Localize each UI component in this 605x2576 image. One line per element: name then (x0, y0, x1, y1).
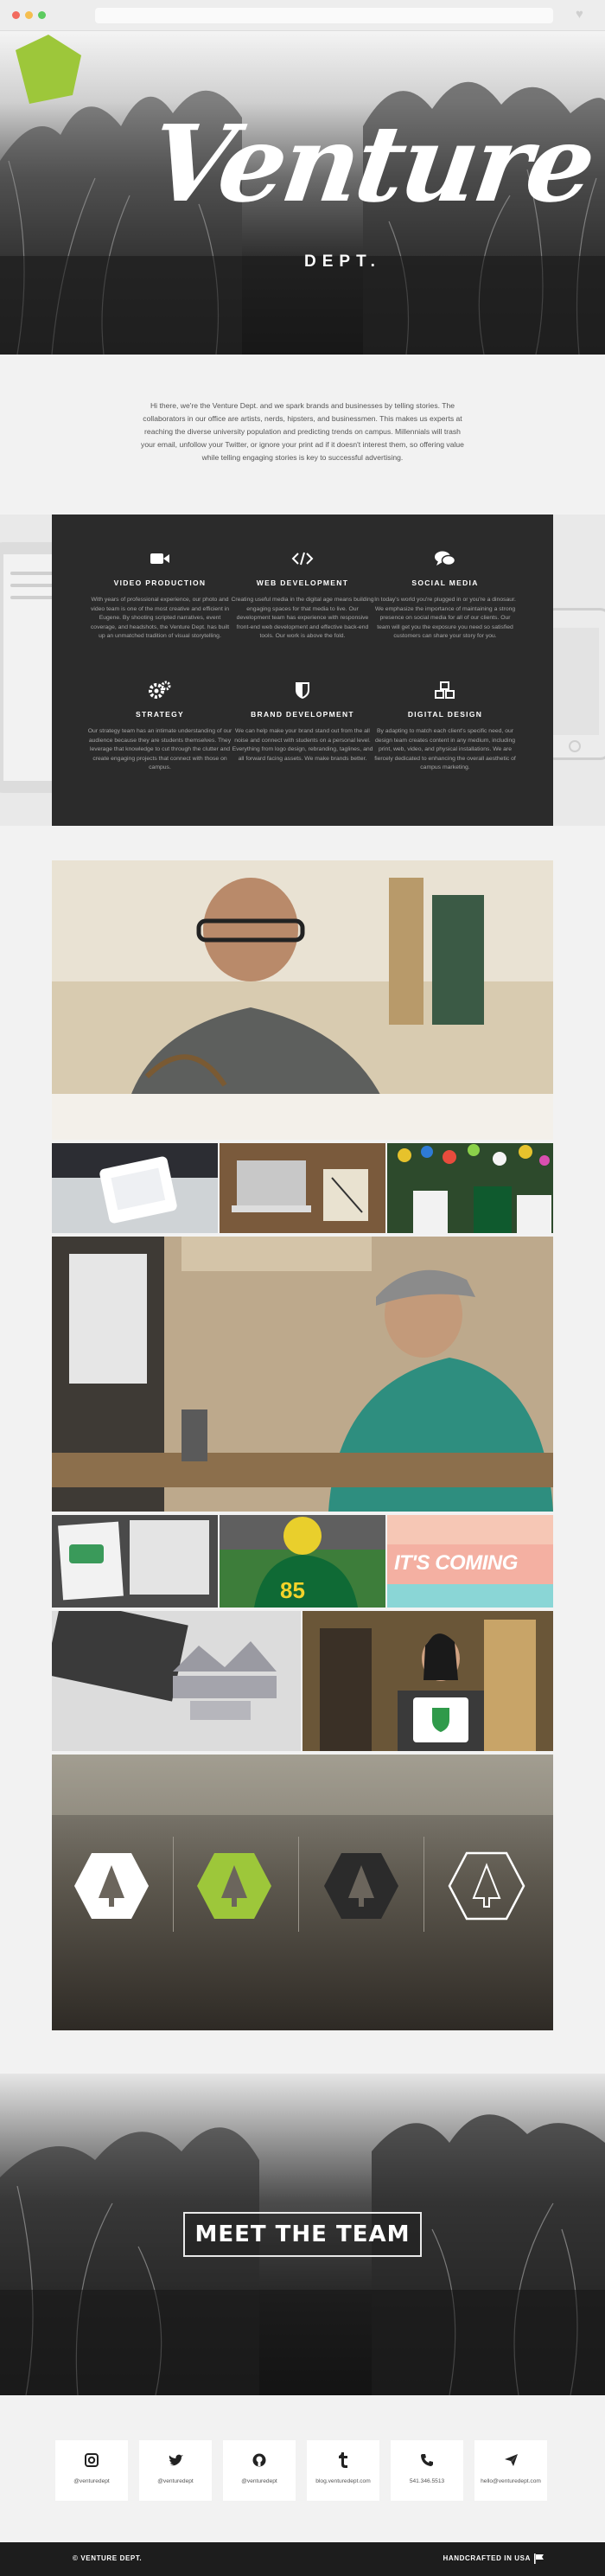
paper-plane-icon (474, 2452, 547, 2468)
service-brand-development: BRAND DEVELOPMENT We can help make your … (225, 681, 380, 764)
service-video-production: VIDEO PRODUCTION With years of professio… (82, 549, 238, 642)
instagram-handle: @venturedept (73, 2478, 110, 2484)
logo-gem-icon (16, 35, 81, 104)
service-title: WEB DEVELOPMENT (256, 578, 349, 587)
services-section: VIDEO PRODUCTION With years of professio… (0, 515, 605, 826)
footer: © VENTURE DEPT. HANDCRAFTED IN USA (0, 2542, 605, 2576)
logo-variant-dark-icon (324, 1853, 398, 1919)
email-card[interactable]: hello@venturedept.com (474, 2440, 547, 2501)
github-handle: @venturedept (241, 2478, 277, 2484)
instagram-card[interactable]: @venturedept (55, 2440, 128, 2501)
cubes-icon (367, 681, 523, 700)
maximize-window-button[interactable] (38, 11, 46, 19)
photo-woman-with-sign (302, 1611, 553, 1751)
service-strategy: STRATEGY Our strategy team has an intima… (82, 681, 238, 773)
service-title: STRATEGY (135, 710, 185, 719)
hero-banner: Venture DEPT. (0, 31, 605, 355)
service-digital-design: DIGITAL DESIGN By adapting to match each… (367, 681, 523, 773)
logo-variant-white-icon (74, 1853, 149, 1919)
service-description: We can help make your brand stand out fr… (232, 728, 373, 762)
logo-variant-outline-icon (448, 1851, 525, 1921)
copyright-text: © VENTURE DEPT. (73, 2554, 143, 2562)
photo-football-crowd (387, 1143, 553, 1233)
service-title: DIGITAL DESIGN (407, 710, 483, 719)
photo-business-cards (52, 1515, 218, 1608)
service-title: SOCIAL MEDIA (411, 578, 479, 587)
address-bar[interactable] (95, 8, 553, 23)
heart-icon[interactable]: ♥ (576, 8, 589, 22)
photo-laptop-workspace (220, 1143, 385, 1233)
photo-football-player: 85 (220, 1515, 385, 1608)
handcrafted-text: HANDCRAFTED IN USA (443, 2554, 531, 2562)
tumblr-blog-link: blog.venturedept.com (315, 2478, 371, 2484)
service-description: In today's world you're plugged in or yo… (374, 597, 516, 640)
page: ♥ Venture DEPT. Hi there, we're the Vent… (0, 0, 605, 2576)
team-banner: MEET THE TEAM (0, 2074, 605, 2395)
intro-paragraph: Hi there, we're the Venture Dept. and we… (141, 401, 464, 462)
email-address: hello@venturedept.com (481, 2478, 541, 2484)
phone-card[interactable]: 541.346.5513 (391, 2440, 463, 2501)
minimize-window-button[interactable] (25, 11, 33, 19)
phone-number: 541.346.5513 (409, 2478, 445, 2484)
logo-wordmark: Venture (142, 101, 600, 226)
logo-variant-green-icon (197, 1853, 271, 1919)
flag-icon (534, 2554, 544, 2564)
gears-icon (82, 681, 238, 700)
services-panel: VIDEO PRODUCTION With years of professio… (52, 515, 553, 826)
meet-the-team-button[interactable]: MEET THE TEAM (183, 2212, 422, 2257)
svg-text:85: 85 (280, 1577, 305, 1603)
service-description: By adapting to match each client's speci… (374, 728, 516, 771)
photo-its-coming-billboard: IT'S COMING (387, 1515, 553, 1608)
photo-phone-on-laptop (52, 1143, 218, 1233)
service-social-media: SOCIAL MEDIA In today's world you're plu… (367, 549, 523, 642)
photo-designer-sketching (52, 860, 553, 1140)
its-coming-text: IT'S COMING (394, 1551, 518, 1575)
video-camera-icon (82, 549, 238, 568)
service-description: Our strategy team has an intimate unders… (87, 728, 232, 771)
tumblr-icon (307, 2452, 379, 2468)
twitter-icon (139, 2452, 212, 2468)
photo-oregon-life-stamp (52, 1611, 301, 1751)
shield-icon (225, 681, 380, 700)
contact-section: @venturedept @venturedept @venturedept b… (0, 2395, 605, 2542)
twitter-handle: @venturedept (157, 2478, 194, 2484)
close-window-button[interactable] (12, 11, 20, 19)
logo-dept-text: DEPT. (304, 252, 381, 271)
service-title: BRAND DEVELOPMENT (251, 710, 354, 719)
phone-icon (391, 2452, 463, 2468)
github-icon (223, 2452, 296, 2468)
tumblr-card[interactable]: blog.venturedept.com (307, 2440, 379, 2501)
logo-variants-panel (52, 1755, 553, 2030)
service-description: Creating useful media in the digital age… (231, 597, 374, 640)
browser-chrome: ♥ (0, 0, 605, 31)
service-web-development: WEB DEVELOPMENT Creating useful media in… (225, 549, 380, 642)
instagram-icon (55, 2452, 128, 2468)
photo-drafting-table (52, 1237, 553, 1512)
twitter-card[interactable]: @venturedept (139, 2440, 212, 2501)
service-description: With years of professional experience, o… (90, 597, 230, 640)
github-card[interactable]: @venturedept (223, 2440, 296, 2501)
speech-bubbles-icon (367, 549, 523, 568)
code-icon (225, 549, 380, 568)
service-title: VIDEO PRODUCTION (113, 578, 207, 587)
